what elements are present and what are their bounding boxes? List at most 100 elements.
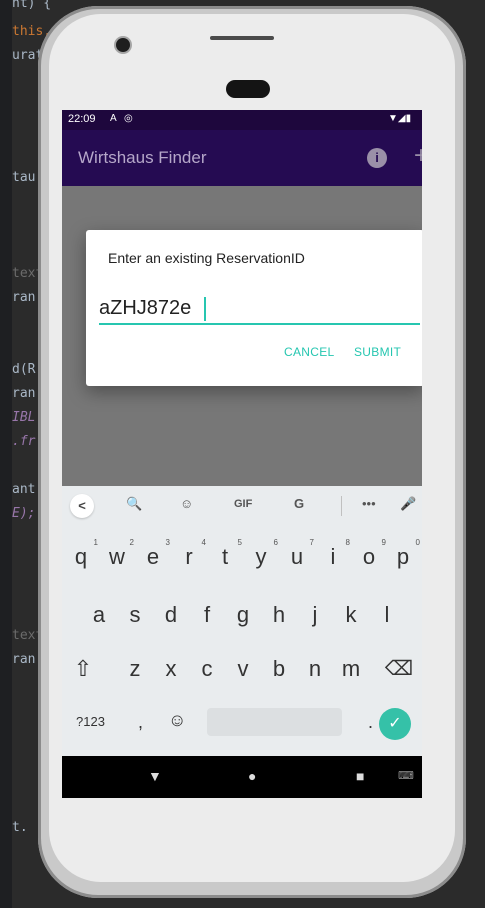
gif-button[interactable]: GIF — [234, 498, 252, 510]
translate-icon[interactable]: G — [294, 496, 304, 511]
key-u[interactable]: u7 — [282, 538, 314, 570]
key-d[interactable]: d — [156, 602, 186, 628]
back-icon[interactable]: ▼ — [148, 768, 162, 784]
front-camera — [116, 38, 130, 52]
dialog-title: Enter an existing ReservationID — [108, 250, 305, 266]
key-label: q — [74, 544, 88, 569]
code-line: nt) { — [12, 0, 52, 11]
app-title: Wirtshaus Finder — [78, 148, 207, 167]
chevron-left-icon[interactable]: < — [70, 494, 94, 518]
status-time: 22:09 — [68, 113, 96, 125]
notification-icon: ◎ — [124, 113, 133, 124]
key-hint: 4 — [201, 538, 206, 547]
code-line: .fr — [12, 434, 36, 449]
sticker-icon[interactable]: ☺ — [180, 496, 193, 511]
toolbar-divider — [341, 496, 342, 516]
key-b[interactable]: b — [264, 656, 294, 682]
key-label: y — [255, 544, 267, 569]
key-o[interactable]: o9 — [354, 538, 386, 570]
key-label: p — [396, 544, 410, 569]
submit-button[interactable]: SUBMIT — [354, 345, 401, 359]
keyboard-switch-icon[interactable]: ⌨ — [398, 769, 414, 782]
key-hint: 0 — [415, 538, 420, 547]
key-v[interactable]: v — [228, 656, 258, 682]
search-icon[interactable]: 🔍 — [126, 496, 142, 512]
info-icon[interactable]: i — [367, 148, 387, 168]
ide-gutter — [0, 0, 12, 908]
phone-screen: 22:09 A ◎ ▼◢▮ Wirtshaus Finder i + Enter… — [62, 110, 422, 798]
ide-right-pane — [463, 0, 485, 908]
notification-icon: A — [110, 113, 117, 124]
key-m[interactable]: m — [336, 656, 366, 682]
soft-keyboard: < 🔍 ☺ GIF G ••• 🎤 q1 w2 e3 r4 t5 y6 u7 i… — [62, 486, 422, 756]
code-line: ran — [12, 290, 36, 305]
key-hint: 2 — [129, 538, 134, 547]
code-line: t. — [12, 820, 28, 835]
reservation-id-input[interactable] — [99, 293, 420, 325]
key-g[interactable]: g — [228, 602, 258, 628]
cancel-button[interactable]: CANCEL — [284, 345, 334, 359]
backspace-key[interactable]: ⌫ — [384, 656, 414, 681]
earpiece-speaker — [210, 36, 274, 40]
code-line: ran — [12, 386, 36, 401]
key-label: e — [146, 544, 160, 569]
key-j[interactable]: j — [300, 602, 330, 628]
key-e[interactable]: e3 — [138, 538, 170, 570]
key-x[interactable]: x — [156, 656, 186, 682]
home-icon[interactable]: ● — [248, 768, 256, 784]
add-icon[interactable]: + — [414, 144, 422, 168]
key-p[interactable]: p0 — [388, 538, 420, 570]
key-z[interactable]: z — [120, 656, 150, 682]
key-label: o — [362, 544, 376, 569]
key-k[interactable]: k — [336, 602, 366, 628]
key-label: r — [185, 544, 193, 569]
key-hint: 1 — [93, 538, 98, 547]
key-s[interactable]: s — [120, 602, 150, 628]
key-y[interactable]: y6 — [246, 538, 279, 570]
key-i[interactable]: i8 — [318, 538, 350, 570]
key-hint: 8 — [345, 538, 350, 547]
emoji-icon[interactable]: ☺ — [168, 710, 186, 731]
key-label: u — [290, 544, 304, 569]
key-hint: 5 — [237, 538, 242, 547]
app-bar: Wirtshaus Finder i + — [62, 130, 422, 186]
signal-battery-icon: ▼◢▮ — [388, 113, 412, 124]
enter-check-icon[interactable]: ✓ — [379, 708, 411, 740]
key-c[interactable]: c — [192, 656, 222, 682]
key-hint: 7 — [309, 538, 314, 547]
key-h[interactable]: h — [264, 602, 294, 628]
key-w[interactable]: w2 — [102, 538, 134, 570]
key-r[interactable]: r4 — [174, 538, 206, 570]
key-label: i — [330, 544, 336, 569]
key-q[interactable]: q1 — [66, 538, 98, 570]
recents-icon[interactable]: ■ — [356, 768, 364, 784]
shift-key[interactable]: ⇧ — [68, 656, 98, 682]
proximity-sensor — [226, 80, 270, 98]
key-label: t — [221, 544, 229, 569]
key-l[interactable]: l — [372, 602, 402, 628]
key-f[interactable]: f — [192, 602, 222, 628]
code-line: ran — [12, 652, 36, 667]
space-bar[interactable] — [207, 708, 342, 736]
key-hint: 3 — [165, 538, 170, 547]
keyboard-toolbar: < 🔍 ☺ GIF G ••• 🎤 — [62, 486, 422, 526]
code-line: E); — [12, 506, 36, 521]
key-a[interactable]: a — [84, 602, 114, 628]
code-line: ant — [12, 482, 36, 497]
key-t[interactable]: t5 — [210, 538, 242, 570]
key-hint: 6 — [273, 538, 278, 547]
period-key[interactable]: . — [368, 712, 373, 733]
code-line: IBL — [12, 410, 36, 425]
text-cursor — [204, 297, 206, 321]
code-line: tau — [12, 170, 36, 185]
more-icon[interactable]: ••• — [362, 496, 376, 511]
microphone-icon[interactable]: 🎤 — [400, 496, 416, 512]
system-navbar: ▼ ● ■ ⌨ — [62, 756, 422, 798]
comma-key[interactable]: , — [138, 712, 143, 733]
symbols-key[interactable]: ?123 — [76, 714, 105, 729]
key-n[interactable]: n — [300, 656, 330, 682]
key-hint: 9 — [381, 538, 386, 547]
reservation-dialog: Enter an existing ReservationID CANCEL S… — [86, 230, 422, 386]
code-line: d(R — [12, 362, 36, 377]
key-label: w — [109, 544, 125, 569]
